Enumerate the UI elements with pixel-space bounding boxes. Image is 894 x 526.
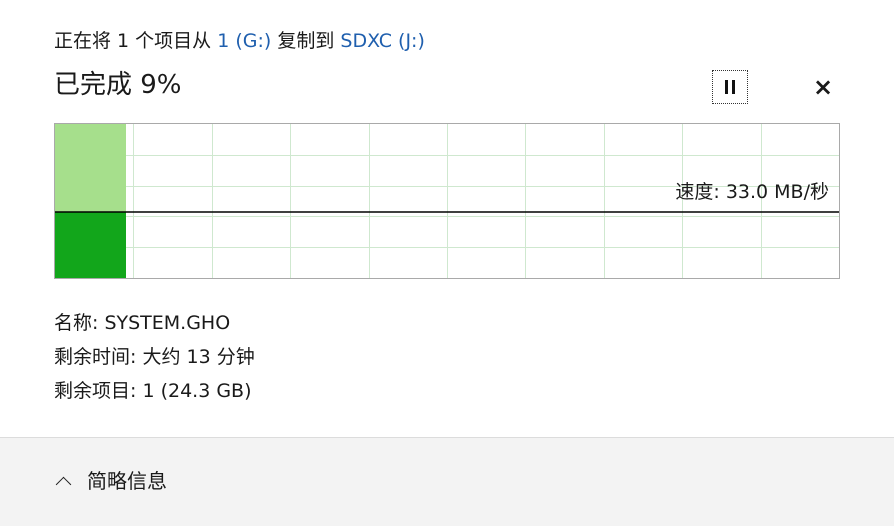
chevron-up-icon (55, 476, 72, 492)
copy-progress-dialog: 正在将 1 个项目从 1 (G:) 复制到 SDXC (J:) 已完成 9% ×… (0, 0, 894, 526)
source-drive-link[interactable]: 1 (G:) (217, 30, 271, 52)
pause-button[interactable] (712, 70, 748, 104)
graph-completed-light-area (55, 124, 126, 212)
progress-title: 已完成 9% (54, 70, 182, 100)
fewer-details-toggle[interactable]: 简略信息 (55, 466, 167, 496)
destination-drive-link[interactable]: SDXC (J:) (340, 30, 424, 52)
copy-header: 正在将 1 个项目从 1 (G:) 复制到 SDXC (J:) (54, 28, 425, 54)
footer: 简略信息 (0, 438, 894, 526)
pause-icon (725, 80, 735, 94)
time-remaining: 剩余时间: 大约 13 分钟 (54, 346, 255, 368)
details-section: 名称: SYSTEM.GHO 剩余时间: 大约 13 分钟 剩余项目: 1 (2… (54, 306, 255, 408)
close-button[interactable]: × (808, 72, 838, 102)
speed-label: 速度: 33.0 MB/秒 (675, 181, 829, 203)
header-prefix: 正在将 1 个项目从 (54, 30, 212, 52)
header-middle: 复制到 (277, 30, 335, 52)
transfer-speed-graph: 速度: 33.0 MB/秒 (54, 123, 840, 279)
items-remaining: 剩余项目: 1 (24.3 GB) (54, 380, 252, 402)
graph-completed-dark-area (55, 212, 126, 278)
file-name: 名称: SYSTEM.GHO (54, 312, 231, 334)
fewer-details-label: 简略信息 (87, 469, 167, 493)
